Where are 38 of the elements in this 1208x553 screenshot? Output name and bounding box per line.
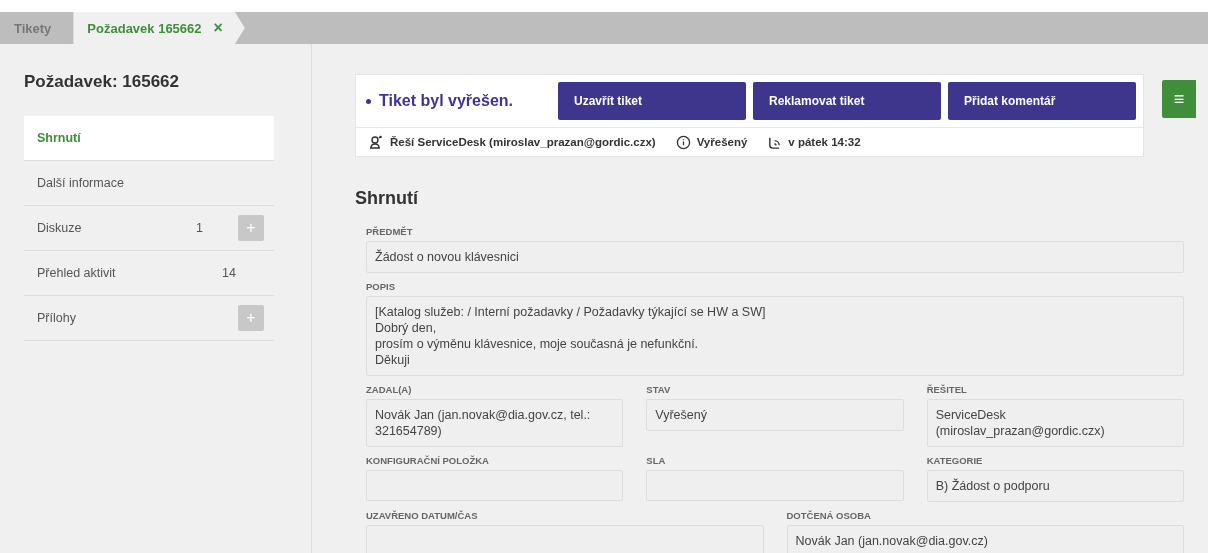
info-text: Řeší ServiceDesk (miroslav_prazan@gordic.czx) <box>390 136 656 148</box>
field-value: ServiceDesk (miroslav_prazan@gordic.czx) <box>926 399 1184 447</box>
status-message: Tiket byl vyřešen. <box>379 92 513 110</box>
field-label: PŘEDMĚT <box>366 226 414 237</box>
person-icon <box>368 134 384 150</box>
info-icon <box>675 134 691 150</box>
sidebar-item[interactable]: Diskuze <box>37 221 196 235</box>
field-label: DOTČENÁ OSOBA <box>786 510 872 521</box>
sidebar-item[interactable]: Další informace <box>37 176 264 190</box>
item-count: 1 <box>196 221 204 235</box>
field-label: UZAVŘENO DATUM/ČAS <box>366 510 479 521</box>
field-label: ZADAL(A) <box>366 384 413 395</box>
action-button[interactable]: Uzavřít tiket <box>558 82 746 120</box>
field-value: Novák Jan (jan.novak@dia.gov.cz, tel.: 321654789) <box>366 399 624 447</box>
sidebar-title: Požadavek: 165662 <box>24 72 180 92</box>
field-label: SLA <box>646 455 667 466</box>
action-button[interactable]: Přidat komentář <box>948 82 1136 120</box>
field-label: STAV <box>646 384 672 395</box>
menu-button[interactable]: ≡ <box>1162 80 1196 118</box>
breadcrumb-tab[interactable]: Požadavek 165662 × <box>73 12 245 44</box>
field-value: [Katalog služeb: / Interní požadavky / Požadavky týkající se HW a SW] Dobrý den, prosím o výměnu klávesnice, moje současná je nefunkční. Děkuji <box>366 296 1184 376</box>
action-button[interactable]: Reklamovat tiket <box>753 82 941 120</box>
field-value: B) Žádost o podporu <box>926 470 1184 502</box>
field-label: POPIS <box>366 281 397 292</box>
field-value: Vyřešený <box>646 399 904 431</box>
sidebar-item[interactable]: Přehled aktivit <box>37 266 222 280</box>
sidebar-item[interactable]: Přílohy <box>37 311 238 325</box>
field-value: Novák Jan (jan.novak@dia.gov.cz) <box>786 525 1184 553</box>
field-label: KONFIGURAČNÍ POLOŽKA <box>366 455 490 466</box>
field-value: Žádost o novou klávesnici <box>366 241 1184 273</box>
section-title: Shrnutí <box>355 188 420 209</box>
info-text: Vyřešený <box>696 136 748 148</box>
close-icon[interactable]: × <box>213 19 223 37</box>
item-count: 14 <box>222 266 237 280</box>
info-text: v pátek 14:32 <box>788 136 861 148</box>
field-label: KATEGORIE <box>926 455 984 466</box>
bullet-icon <box>366 98 371 104</box>
field-label: ŘEŠITEL <box>926 384 968 395</box>
